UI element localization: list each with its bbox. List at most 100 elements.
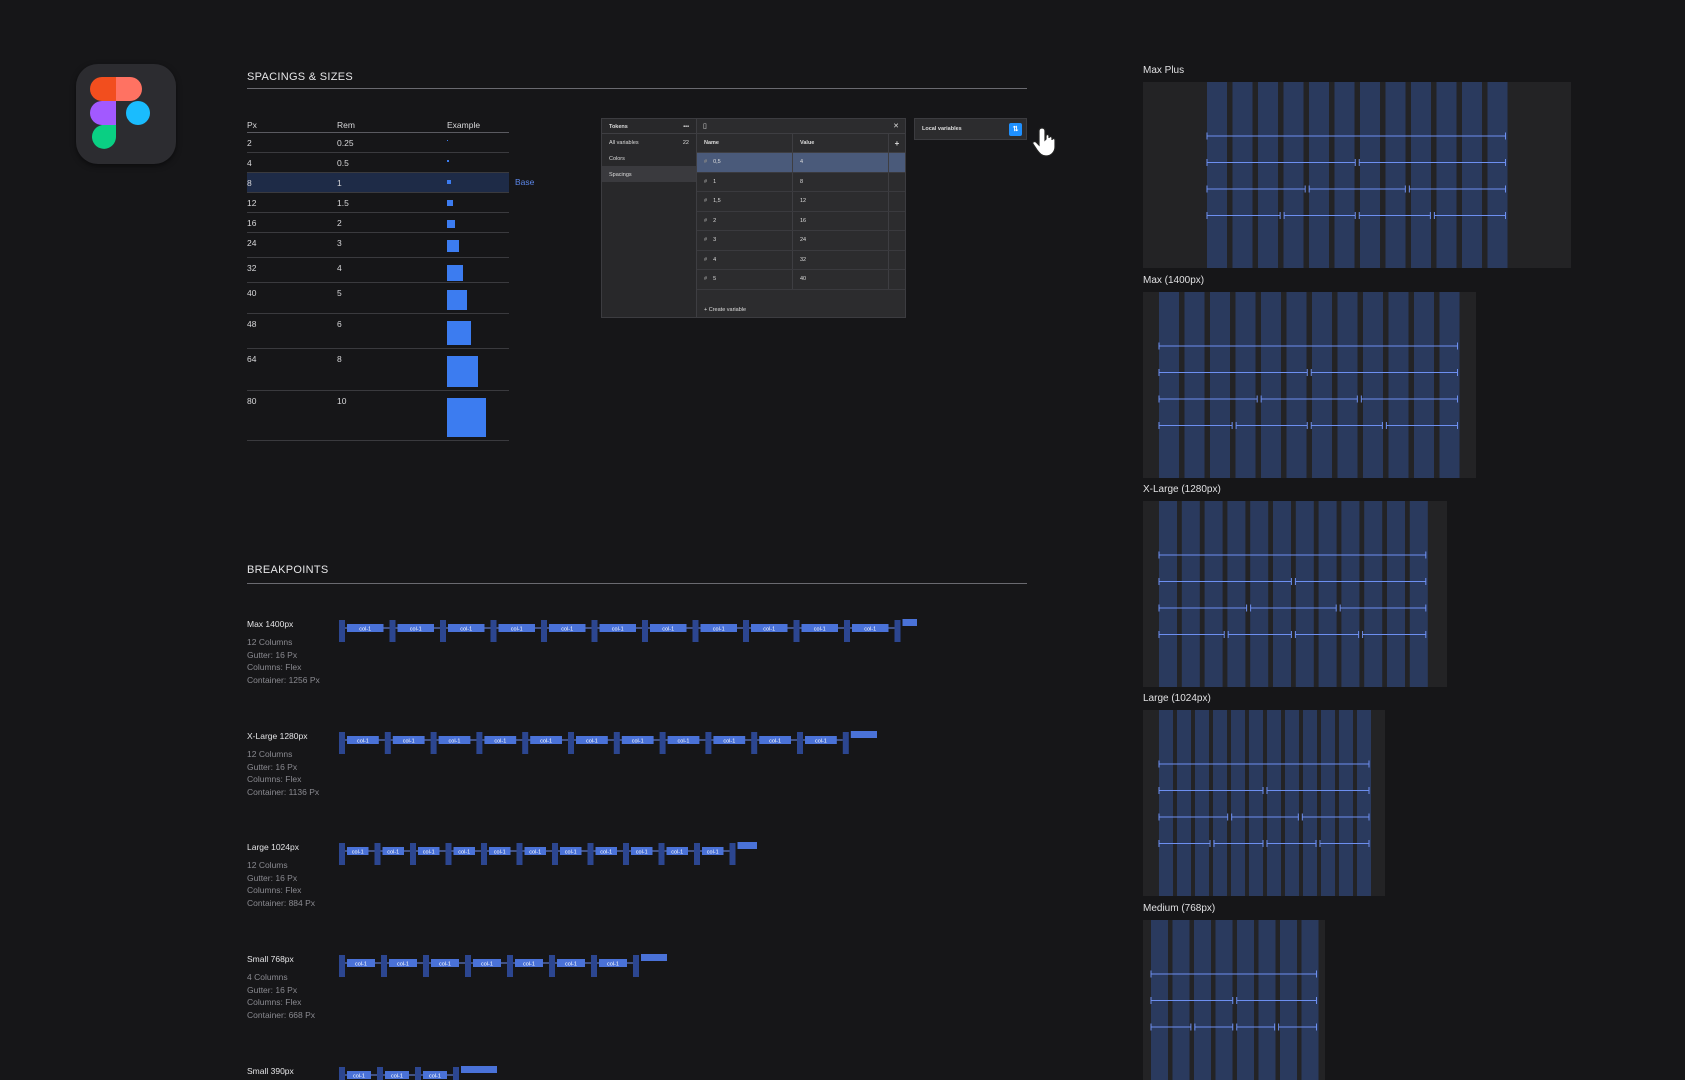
grid-preview-canvas [1150, 920, 1319, 1080]
grid-column [1309, 82, 1329, 268]
gutter-marker [541, 620, 547, 642]
spacing-swatch [447, 140, 448, 141]
breakpoint-meta: Gutter: 16 Px [247, 872, 298, 883]
grid-column [1411, 82, 1431, 268]
breakpoint-name: Small 768px [247, 954, 294, 964]
collections-title: Tokens [609, 124, 628, 130]
breakpoint-meta: Columns: Flex [247, 885, 302, 895]
column-label: col-1 [357, 739, 369, 745]
breakpoint-name: X-Large 1280px [247, 731, 308, 741]
spacing-swatch [447, 240, 459, 252]
grid-column [1439, 292, 1460, 478]
column-label: col-1 [439, 962, 451, 968]
grid-column [1261, 292, 1281, 478]
spacing-table-header: Px Rem Example [247, 118, 509, 133]
spacing-swatch [447, 200, 453, 206]
gutter-marker [549, 955, 555, 977]
column-label: col-1 [529, 850, 541, 856]
variable-name: #1 [697, 172, 793, 191]
variables-icon[interactable]: ⇅ [1009, 123, 1022, 136]
variable-value: 24 [793, 231, 889, 250]
collection-colors[interactable]: Colors [602, 150, 696, 166]
breakpoint-meta: Gutter: 16 Px [247, 649, 298, 660]
spacing-row: 12 1.5 [247, 193, 509, 213]
gutter-marker [842, 732, 849, 754]
spacing-row: 8 1 Base [247, 173, 534, 193]
local-variables-button[interactable]: Local variables ⇅ [914, 118, 1027, 140]
column-label: col-1 [460, 627, 472, 633]
spacing-row: 2 0.25 [247, 133, 509, 153]
close-icon[interactable]: ✕ [893, 122, 899, 130]
hand-cursor-icon [1032, 127, 1056, 157]
gutter-marker [692, 620, 699, 642]
gutter-marker [516, 843, 523, 865]
breakpoint-meta: Gutter: 16 Px [247, 761, 298, 772]
add-column-icon[interactable]: + [889, 139, 905, 148]
collection-spacings[interactable]: Spacings [602, 166, 696, 182]
px-value: 32 [247, 263, 257, 273]
gutter-marker [490, 620, 497, 642]
gutter-marker [613, 732, 620, 754]
variables-table: ▯ ✕ Name Value + #0,5 4 #1 8 #1,5 12 #2 16 #3 24 #… [697, 119, 905, 317]
column-label: col-1 [540, 739, 552, 745]
column-label: col-1 [353, 1074, 365, 1080]
spacing-swatch [447, 265, 463, 281]
spacing-swatch [447, 160, 449, 162]
grid-column [1159, 292, 1179, 478]
variable-row[interactable]: #5 40 [697, 270, 905, 290]
grid-column [1207, 82, 1227, 268]
variable-name-text: 3 [713, 237, 717, 244]
breakpoints-divider [247, 583, 1027, 584]
collection-all-variables[interactable]: All variables 22 [602, 134, 696, 150]
column-label: col-1 [814, 627, 826, 633]
variable-icon: # [704, 159, 708, 166]
grid-preview-label: Large (1024px) [1143, 693, 1211, 704]
grid-column [1159, 710, 1173, 896]
gutter-marker [374, 843, 381, 865]
breakpoint-meta: Container: 668 Px [247, 1009, 316, 1020]
gutter-marker [440, 620, 446, 642]
variable-row[interactable]: #2 16 [697, 211, 905, 231]
column-label: col-1 [565, 962, 577, 968]
rem-value: 4 [337, 263, 342, 273]
variable-row[interactable]: #1,5 12 [697, 192, 905, 212]
column-label: col-1 [662, 627, 674, 633]
gutter-marker [465, 955, 471, 977]
px-value: 16 [247, 218, 257, 228]
collection-count: 22 [682, 140, 689, 146]
gutter-marker [410, 843, 416, 865]
variable-value: 40 [793, 270, 889, 289]
variables-toolbar: ▯ ✕ [697, 119, 905, 134]
more-icon[interactable]: ••• [683, 124, 689, 130]
column-label: col-1 [494, 739, 506, 745]
grid-column [1409, 501, 1428, 687]
grid-preview-frame [1143, 501, 1447, 687]
variable-row[interactable]: #4 32 [697, 250, 905, 270]
breakpoint-grid-strip: col-1 col-1 col-1 col-1 col-1 col-1 col-1 col-1… [339, 731, 877, 754]
gutter-marker [751, 732, 758, 754]
column-label: col-1 [612, 627, 624, 633]
grid-column [1337, 292, 1358, 478]
column-label: col-1 [607, 962, 619, 968]
grid-column [1285, 710, 1299, 896]
breakpoint-meta: Gutter: 16 Px [247, 984, 298, 995]
sidebar-toggle-icon[interactable]: ▯ [703, 122, 707, 130]
create-variable-button[interactable]: + Create variable [704, 307, 746, 313]
grid-preview-canvas [1158, 501, 1428, 687]
example-cell [447, 314, 509, 348]
breakpoint-name: Max 1400px [247, 619, 294, 629]
rem-value: 1 [337, 178, 342, 188]
variable-name: #2 [697, 211, 793, 230]
grid-column [1184, 292, 1205, 478]
col-header-px: Px [247, 120, 257, 130]
variable-name-text: 1,5 [713, 198, 721, 205]
example-cell [447, 283, 509, 313]
grid-preview-frame [1143, 710, 1385, 896]
variable-row[interactable]: #0,5 4 [697, 153, 905, 173]
grid-column [1273, 501, 1291, 687]
spacings-title: SPACINGS & SIZES [247, 71, 354, 83]
px-value: 2 [247, 138, 252, 148]
variable-row[interactable]: #3 24 [697, 231, 905, 251]
overflow-tab [850, 731, 877, 738]
variable-row[interactable]: #1 8 [697, 172, 905, 192]
